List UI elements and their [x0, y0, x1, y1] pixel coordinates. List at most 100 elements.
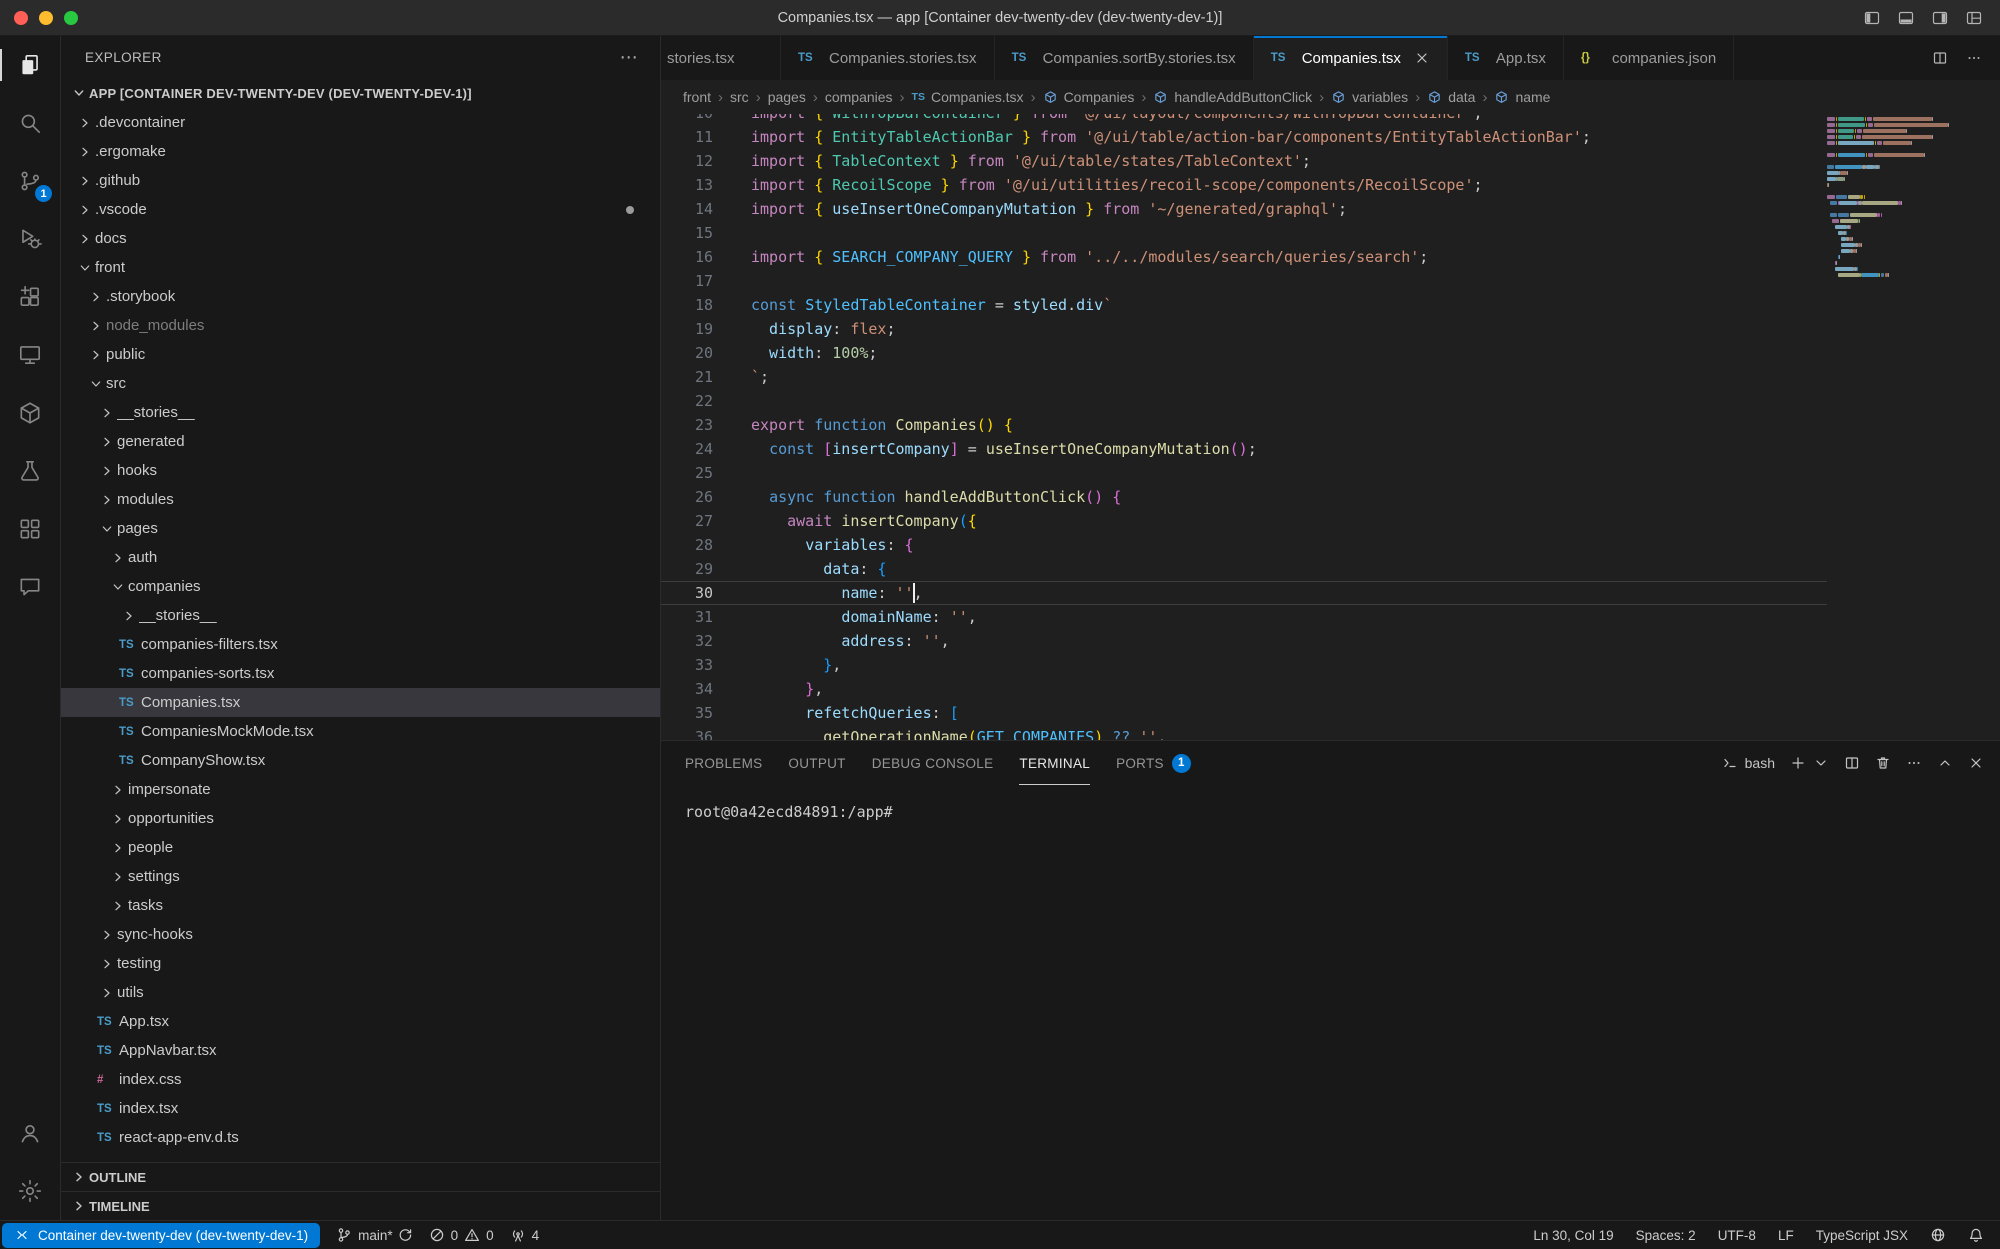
editor-tab-Companies.sortBy.stories.tsx[interactable]: TSCompanies.sortBy.stories.tsx: [995, 36, 1254, 80]
notifications-bell-icon[interactable]: [1968, 1227, 1984, 1243]
shell-selector[interactable]: bash: [1722, 755, 1775, 771]
more-actions-icon[interactable]: [1966, 50, 1982, 66]
breadcrumb-item-front[interactable]: front: [683, 89, 711, 105]
more-actions-icon[interactable]: [1906, 755, 1922, 771]
tree-item-companies[interactable]: companies: [61, 572, 660, 601]
zoom-window-button[interactable]: [64, 11, 78, 25]
tree-item-hooks[interactable]: hooks: [61, 456, 660, 485]
tree-item-impersonate[interactable]: impersonate: [61, 775, 660, 804]
split-editor-icon[interactable]: [1932, 50, 1948, 66]
tree-item-.vscode[interactable]: .vscode: [61, 195, 660, 224]
activity-accounts[interactable]: [0, 1104, 60, 1162]
activity-explorer[interactable]: [0, 36, 60, 94]
editor-tab-App.tsx[interactable]: TSApp.tsx: [1448, 36, 1564, 80]
tree-item-Companies.tsx[interactable]: TSCompanies.tsx: [61, 688, 660, 717]
indentation-item[interactable]: Spaces: 2: [1636, 1228, 1696, 1243]
tree-item-utils[interactable]: utils: [61, 978, 660, 1007]
tree-item-__stories__[interactable]: __stories__: [61, 601, 660, 630]
tree-item-react-app-env.d.ts[interactable]: TSreact-app-env.d.ts: [61, 1123, 660, 1152]
tree-item-settings[interactable]: settings: [61, 862, 660, 891]
activity-remote-explorer[interactable]: [0, 326, 60, 384]
activity-search[interactable]: [0, 94, 60, 152]
tree-item-modules[interactable]: modules: [61, 485, 660, 514]
breadcrumb-item-handleAddButtonClick[interactable]: handleAddButtonClick: [1153, 89, 1312, 105]
tree-item-sync-hooks[interactable]: sync-hooks: [61, 920, 660, 949]
tree-item-front[interactable]: front: [61, 253, 660, 282]
close-panel-icon[interactable]: [1968, 755, 1984, 771]
activity-beaker[interactable]: [0, 442, 60, 500]
activity-settings[interactable]: [0, 1162, 60, 1220]
tree-item-.storybook[interactable]: .storybook: [61, 282, 660, 311]
minimize-window-button[interactable]: [39, 11, 53, 25]
tree-item-index.tsx[interactable]: TSindex.tsx: [61, 1094, 660, 1123]
tree-item-node_modules[interactable]: node_modules: [61, 311, 660, 340]
remote-indicator[interactable]: Container dev-twenty-dev (dev-twenty-dev…: [2, 1223, 320, 1248]
close-tab-icon[interactable]: [1414, 50, 1430, 66]
editor-tab-stories.tsx[interactable]: stories.tsx: [661, 36, 781, 80]
outline-section[interactable]: OUTLINE: [61, 1162, 660, 1191]
new-terminal-button[interactable]: [1790, 755, 1829, 771]
tree-item-tasks[interactable]: tasks: [61, 891, 660, 920]
breadcrumb-item-Companies[interactable]: Companies: [1043, 89, 1135, 105]
eol-item[interactable]: LF: [1778, 1228, 1794, 1243]
tree-item-AppNavbar.tsx[interactable]: TSAppNavbar.tsx: [61, 1036, 660, 1065]
terminal[interactable]: root@0a42ecd84891:/app#: [661, 785, 2000, 1220]
tree-item-companies-filters.tsx[interactable]: TScompanies-filters.tsx: [61, 630, 660, 659]
tree-item-public[interactable]: public: [61, 340, 660, 369]
panel-right-icon[interactable]: [1932, 10, 1948, 26]
tree-item-companies-sorts.tsx[interactable]: TScompanies-sorts.tsx: [61, 659, 660, 688]
tree-item-.ergomake[interactable]: .ergomake: [61, 137, 660, 166]
breadcrumb-item-name[interactable]: name: [1494, 89, 1550, 105]
tree-item-index.css[interactable]: #index.css: [61, 1065, 660, 1094]
activity-run-debug[interactable]: [0, 210, 60, 268]
tree-item-App.tsx[interactable]: TSApp.tsx: [61, 1007, 660, 1036]
panel-left-icon[interactable]: [1864, 10, 1880, 26]
sync-icon[interactable]: [397, 1227, 413, 1243]
git-branch-item[interactable]: main*: [336, 1227, 413, 1243]
activity-source-control[interactable]: 1: [0, 152, 60, 210]
activity-organization[interactable]: [0, 500, 60, 558]
panel-tab-ports[interactable]: PORTS1: [1116, 741, 1191, 785]
split-terminal-icon[interactable]: [1844, 755, 1860, 771]
close-window-button[interactable]: [14, 11, 28, 25]
encoding-item[interactable]: UTF-8: [1718, 1228, 1756, 1243]
minimap[interactable]: [1827, 114, 1955, 278]
panel-tab-output[interactable]: OUTPUT: [788, 741, 845, 785]
breadcrumb-item-companies[interactable]: companies: [825, 89, 893, 105]
ports-forwarded-item[interactable]: 4: [510, 1227, 540, 1243]
activity-container[interactable]: [0, 384, 60, 442]
maximize-panel-icon[interactable]: [1937, 755, 1953, 771]
breadcrumb-item-Companies.tsx[interactable]: TSCompanies.tsx: [912, 89, 1024, 105]
breadcrumb-item-src[interactable]: src: [730, 89, 749, 105]
breadcrumb-item-pages[interactable]: pages: [768, 89, 806, 105]
language-mode-item[interactable]: TypeScript JSX: [1816, 1228, 1908, 1243]
tree-item-CompaniesMockMode.tsx[interactable]: TSCompaniesMockMode.tsx: [61, 717, 660, 746]
activity-feedback[interactable]: [0, 558, 60, 616]
tree-item-auth[interactable]: auth: [61, 543, 660, 572]
editor-tab-companies.json[interactable]: {}companies.json: [1564, 36, 1734, 80]
tree-item-pages[interactable]: pages: [61, 514, 660, 543]
tree-item-testing[interactable]: testing: [61, 949, 660, 978]
breadcrumb-item-variables[interactable]: variables: [1331, 89, 1408, 105]
panel-tab-debug-console[interactable]: DEBUG CONSOLE: [872, 741, 994, 785]
panel-bottom-icon[interactable]: [1898, 10, 1914, 26]
language-status-icon[interactable]: [1930, 1227, 1946, 1243]
panel-tab-terminal[interactable]: TERMINAL: [1019, 741, 1090, 785]
tree-item-.github[interactable]: .github: [61, 166, 660, 195]
tree-item-opportunities[interactable]: opportunities: [61, 804, 660, 833]
explorer-section-header[interactable]: APP [CONTAINER DEV-TWENTY-DEV (DEV-TWENT…: [61, 78, 660, 108]
breadcrumb-item-data[interactable]: data: [1427, 89, 1475, 105]
tree-item-generated[interactable]: generated: [61, 427, 660, 456]
tree-item-CompanyShow.tsx[interactable]: TSCompanyShow.tsx: [61, 746, 660, 775]
explorer-more-actions-icon[interactable]: ⋯: [620, 47, 638, 68]
timeline-section[interactable]: TIMELINE: [61, 1191, 660, 1220]
editor-tab-Companies.tsx[interactable]: TSCompanies.tsx: [1254, 36, 1448, 80]
panel-tab-problems[interactable]: PROBLEMS: [685, 741, 762, 785]
tree-item-src[interactable]: src: [61, 369, 660, 398]
tree-item-.devcontainer[interactable]: .devcontainer: [61, 108, 660, 137]
code-editor[interactable]: 10import { WithTopBarContainer } from '@…: [661, 114, 2000, 740]
activity-extensions[interactable]: [0, 268, 60, 326]
kill-terminal-icon[interactable]: [1875, 755, 1891, 771]
tree-item-__stories__[interactable]: __stories__: [61, 398, 660, 427]
tree-item-docs[interactable]: docs: [61, 224, 660, 253]
